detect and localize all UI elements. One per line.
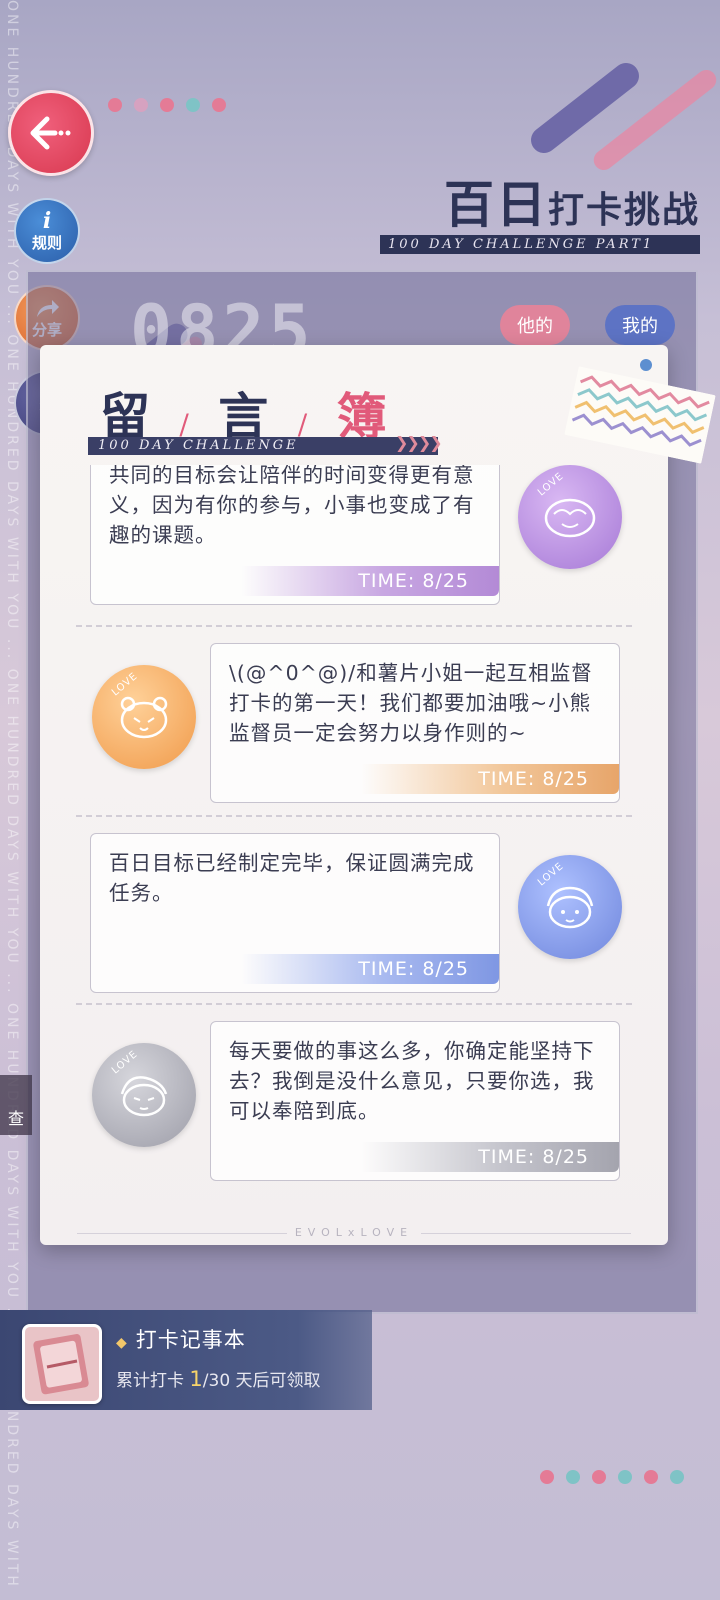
message-bubble: 百日目标已经制定完毕，保证圆满完成任务。 TIME: 8/25 <box>90 833 500 993</box>
notebook-progress-prefix: 累计打卡 <box>116 1371 190 1391</box>
message-text: 百日目标已经制定完毕，保证圆满完成任务。 <box>109 851 475 905</box>
message-item: 百日目标已经制定完毕，保证圆满完成任务。 TIME: 8/25 LOVE <box>40 833 668 1013</box>
notebook-progress: 累计打卡 1/30 天后可领取 <box>116 1366 321 1391</box>
chevrons-icon: ❯❯❯❯ <box>395 433 443 452</box>
page-title-part-a: 百日 <box>443 175 548 234</box>
message-bubble: \(@^0^@)/和薯片小姐一起互相监督打卡的第一天！我们都要加油哦~小熊监督员… <box>210 643 620 803</box>
page-title: 百日打卡挑战 100 DAY CHALLENGE PART1 <box>380 165 700 254</box>
character-face-icon <box>546 886 594 929</box>
card-footer-brand: EVOLxLOVE <box>40 1226 668 1239</box>
message-time: TIME: 8/25 <box>241 954 499 984</box>
check-side-label: 查 <box>7 1109 24 1128</box>
message-bubble: 每天要做的事这么多，你确定能坚持下去？我倒是没什么意见，只要你选，我可以奉陪到底… <box>210 1021 620 1181</box>
decor-dots <box>108 98 226 112</box>
tab-other-label: 他的 <box>517 316 553 337</box>
notebook-progress-suffix: /30 天后可领取 <box>202 1371 321 1391</box>
message-time: TIME: 8/25 <box>361 1142 619 1172</box>
notebook-progress-count: 1 <box>189 1367 203 1391</box>
guestbook-card: 留 / 言 / 簿 100 DAY CHALLENGE ❯❯❯❯ 共同的目标会让… <box>40 345 668 1245</box>
info-icon: i <box>42 207 52 234</box>
bear-face-icon <box>120 696 168 739</box>
page-title-part-b: 打卡挑战 <box>547 189 700 231</box>
rules-label: 规则 <box>31 233 62 252</box>
page-subtitle: 100 DAY CHALLENGE PART1 <box>380 235 700 254</box>
message-time: TIME: 8/25 <box>241 566 499 596</box>
back-arrow-icon <box>30 116 71 150</box>
checkin-notebook-bar[interactable]: ◆ 打卡记事本 累计打卡 1/30 天后可领取 <box>0 1310 372 1410</box>
check-side-tab[interactable]: 查 <box>0 1075 32 1135</box>
avatar-purple[interactable]: LOVE <box>518 465 622 569</box>
message-text: 每天要做的事这么多，你确定能坚持下去？我倒是没什么意见，只要你选，我可以奉陪到底… <box>229 1039 595 1123</box>
avatar-orange[interactable]: LOVE <box>92 665 196 769</box>
tab-mine-label: 我的 <box>622 316 658 337</box>
guestbook-subtitle: 100 DAY CHALLENGE <box>88 437 438 455</box>
message-divider <box>76 625 632 627</box>
tab-mine[interactable]: 我的 <box>605 305 675 345</box>
message-item: 共同的目标会让陪伴的时间变得更有意义，因为有你的参与，小事也变成了有趣的课题。 … <box>40 465 668 625</box>
avatar-gray[interactable]: LOVE <box>92 1043 196 1147</box>
blue-dot-icon <box>640 359 652 371</box>
message-list[interactable]: 共同的目标会让陪伴的时间变得更有意义，因为有你的参与，小事也变成了有趣的课题。 … <box>40 465 668 1225</box>
message-item: LOVE \(@^0^@)/和薯片小姐一起互相监督打卡的第一天！我们都要加油哦~… <box>40 643 668 823</box>
message-divider <box>76 815 632 817</box>
character-face-icon <box>120 1076 168 1117</box>
rules-button[interactable]: i 规则 <box>14 198 80 264</box>
decor-dots <box>540 1470 684 1484</box>
message-item: LOVE 每天要做的事这么多，你确定能坚持下去？我倒是没什么意见，只要你选，我可… <box>40 1021 668 1201</box>
message-text: 共同的目标会让陪伴的时间变得更有意义，因为有你的参与，小事也变成了有趣的课题。 <box>109 465 475 547</box>
character-face-icon <box>544 498 596 538</box>
notebook-title: ◆ 打卡记事本 <box>116 1324 246 1354</box>
message-time: TIME: 8/25 <box>361 764 619 794</box>
message-divider <box>76 1003 632 1005</box>
page-title-text: 百日打卡挑战 <box>380 165 700 237</box>
tab-other[interactable]: 他的 <box>500 305 570 345</box>
notebook-icon <box>22 1324 102 1404</box>
diamond-bullet-icon: ◆ <box>116 1335 128 1351</box>
back-button[interactable] <box>8 90 94 176</box>
notebook-title-text: 打卡记事本 <box>135 1328 246 1352</box>
message-text: \(@^0^@)/和薯片小姐一起互相监督打卡的第一天！我们都要加油哦~小熊监督员… <box>229 661 593 745</box>
avatar-blue[interactable]: LOVE <box>518 855 622 959</box>
message-bubble: 共同的目标会让陪伴的时间变得更有意义，因为有你的参与，小事也变成了有趣的课题。 … <box>90 465 500 605</box>
